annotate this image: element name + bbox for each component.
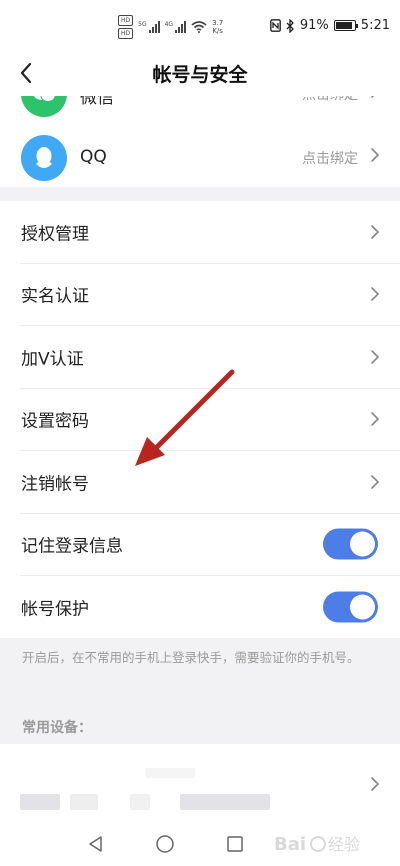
square-recents-icon <box>227 836 243 852</box>
nfc-icon <box>269 19 281 32</box>
blurred-text <box>70 794 98 810</box>
device-item[interactable] <box>0 744 400 822</box>
baidu-watermark-logo: Bai 经验 <box>274 834 360 855</box>
nav-recents-button[interactable] <box>223 832 247 856</box>
settings-item-password[interactable]: 设置密码 <box>20 389 400 451</box>
bind-name: 微信 <box>80 96 114 108</box>
blurred-text <box>180 794 270 810</box>
blurred-text <box>145 768 195 778</box>
bind-row-qq[interactable]: QQ 点击绑定 <box>0 126 400 187</box>
settings-item-label: 授权管理 <box>21 224 89 245</box>
blurred-text <box>20 794 60 810</box>
network-speed-value: 3.7 <box>212 19 224 27</box>
hd-badges: HD HD <box>118 15 134 39</box>
third-party-bindings: 微信 点击绑定 QQ 点击绑定 <box>0 96 400 187</box>
remember-login-toggle[interactable] <box>323 528 378 560</box>
settings-item-delete-account[interactable]: 注销帐号 <box>20 451 400 514</box>
protection-hint: 开启后，在不常用的手机上登录快手，需要验证你的手机号。 <box>22 650 360 665</box>
network-speed: 3.7 K/s <box>212 19 223 35</box>
settings-item-label: 加V认证 <box>21 349 84 370</box>
battery-percent: 91% <box>299 18 329 33</box>
network-speed-unit: K/s <box>212 27 223 35</box>
svg-text:经验: 经验 <box>328 835 360 854</box>
page-title: 帐号与安全 <box>152 64 248 86</box>
bind-action: 点击绑定 <box>302 151 358 167</box>
settings-item-remember-login: 记住登录信息 <box>20 514 400 576</box>
chevron-right-icon <box>371 96 375 98</box>
bind-action: 点击绑定 <box>302 96 358 104</box>
signal-icon: 5G <box>138 21 160 33</box>
wechat-icon <box>21 96 67 117</box>
settings-item-label: 注销帐号 <box>21 474 89 495</box>
settings-item-label: 记住登录信息 <box>21 536 123 557</box>
battery-level-fill <box>335 22 353 29</box>
nav-bar: 帐号与安全 <box>0 50 400 96</box>
bind-row-wechat[interactable]: 微信 点击绑定 <box>0 96 400 124</box>
battery-icon <box>333 20 358 31</box>
chevron-right-icon <box>371 224 380 239</box>
settings-item-authorization[interactable]: 授权管理 <box>20 201 400 264</box>
chevron-right-icon <box>371 349 380 364</box>
chevron-right-icon <box>371 287 380 302</box>
triangle-back-icon <box>89 836 102 852</box>
chevron-right-icon <box>371 777 380 791</box>
clock: 5:21 <box>360 18 390 33</box>
chevron-right-icon <box>371 148 380 162</box>
network-type-label: 4G <box>164 21 174 28</box>
signal-icon: 4G <box>164 21 187 33</box>
status-bar: HD HD 5G 4G 3.7 K/s 91% 5:21 <box>0 0 400 50</box>
settings-item-real-name[interactable]: 实名认证 <box>20 264 400 326</box>
nav-back-button[interactable] <box>84 832 108 856</box>
nav-home-button[interactable] <box>153 832 177 856</box>
qq-icon <box>21 135 67 181</box>
svg-text:Bai: Bai <box>274 834 306 855</box>
settings-list: 授权管理 实名认证 加V认证 设置密码 注销帐号 记住登录信息 帐号保护 <box>0 201 400 638</box>
account-protection-toggle[interactable] <box>323 591 378 623</box>
toggle-knob <box>350 594 375 620</box>
settings-item-account-protection: 帐号保护 <box>20 576 400 639</box>
settings-item-label: 帐号保护 <box>21 599 89 620</box>
settings-item-v-verify[interactable]: 加V认证 <box>20 326 400 389</box>
blurred-text <box>130 794 150 810</box>
network-type-label: 5G <box>138 21 147 28</box>
toggle-knob <box>350 531 375 557</box>
settings-item-label: 设置密码 <box>21 411 89 432</box>
chevron-right-icon <box>371 412 380 427</box>
network-status: HD HD 5G 4G 3.7 K/s <box>118 14 223 40</box>
bluetooth-icon <box>286 18 294 33</box>
hd-badge: HD <box>118 15 134 26</box>
bind-name: QQ <box>80 147 107 167</box>
circle-home-icon <box>156 835 174 853</box>
wifi-icon <box>191 21 207 33</box>
system-status: 91% 5:21 <box>269 18 390 33</box>
devices-section-title: 常用设备： <box>22 720 92 736</box>
settings-item-label: 实名认证 <box>21 286 89 307</box>
chevron-right-icon <box>371 474 380 489</box>
hd-badge: HD <box>118 28 134 39</box>
